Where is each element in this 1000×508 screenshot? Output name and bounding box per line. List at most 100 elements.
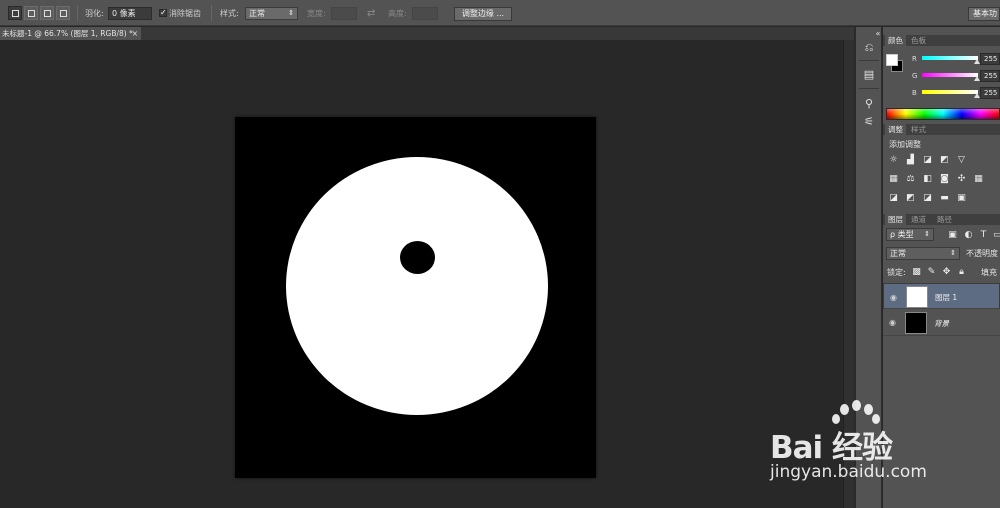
- subtract-from-selection-icon[interactable]: [40, 6, 54, 20]
- refine-edge-button[interactable]: 调整边缘 ...: [454, 7, 512, 21]
- blue-slider[interactable]: [922, 90, 978, 94]
- invert-icon[interactable]: ◪: [888, 193, 899, 203]
- layer-filter-value: ρ 类型: [890, 230, 914, 239]
- black-white-icon[interactable]: ◧: [922, 174, 933, 184]
- layer-thumbnail: [905, 312, 927, 334]
- feather-input[interactable]: 0 像素: [108, 7, 152, 20]
- width-label: 宽度:: [307, 9, 326, 18]
- color-spectrum-ramp[interactable]: [886, 108, 1000, 120]
- posterize-icon[interactable]: ◩: [905, 193, 916, 203]
- curves-icon[interactable]: ◪: [922, 155, 933, 165]
- watermark-url: jingyan.baidu.com: [770, 462, 927, 482]
- divider: [211, 5, 212, 21]
- red-channel-label: R: [912, 55, 917, 63]
- select-arrows-icon: ⇕: [924, 230, 930, 238]
- channel-mixer-icon[interactable]: ✣: [956, 174, 967, 184]
- select-arrows-icon: ⇕: [950, 249, 956, 257]
- blend-mode-select[interactable]: 正常 ⇕: [886, 247, 960, 260]
- new-selection-icon[interactable]: [8, 6, 22, 20]
- gradient-map-icon[interactable]: ▬: [939, 193, 950, 203]
- antialias-checkbox[interactable]: ✓: [159, 9, 167, 17]
- filter-shape-icon[interactable]: ▭: [992, 230, 1000, 240]
- green-slider[interactable]: [922, 73, 978, 77]
- style-label: 样式:: [220, 9, 239, 18]
- width-input[interactable]: [331, 7, 357, 20]
- brush-presets-icon[interactable]: ⚲: [862, 97, 876, 111]
- blue-channel-label: B: [912, 89, 917, 97]
- height-input[interactable]: [412, 7, 438, 20]
- layer-thumbnail: [906, 286, 928, 308]
- canvas-area[interactable]: [0, 40, 843, 508]
- red-value-input[interactable]: 255: [980, 53, 1000, 65]
- layer-name[interactable]: 背景: [934, 318, 949, 329]
- vibrance-icon[interactable]: ▽: [956, 155, 967, 165]
- photo-filter-icon[interactable]: ◙: [939, 174, 950, 184]
- options-bar: 羽化: 0 像素 ✓ 消除锯齿 样式: 正常 ⇕ 宽度: ⇄ 高度: 调整边缘 .…: [0, 0, 1000, 26]
- select-arrows-icon: ⇕: [288, 9, 294, 17]
- exposure-icon[interactable]: ◩: [939, 155, 950, 165]
- tab-styles[interactable]: 样式: [908, 124, 929, 135]
- lock-label: 锁定:: [887, 268, 906, 277]
- paw-toe: [840, 404, 849, 415]
- tab-color[interactable]: 颜色: [885, 35, 906, 46]
- green-channel-label: G: [912, 72, 918, 80]
- tab-adjustments[interactable]: 调整: [885, 124, 906, 135]
- layer-name[interactable]: 图层 1: [935, 292, 957, 303]
- add-adjustment-heading: 添加调整: [889, 140, 921, 149]
- close-tab-icon[interactable]: ×: [132, 27, 138, 40]
- antialias-label: 消除锯齿: [169, 9, 201, 18]
- tab-layers[interactable]: 图层: [885, 214, 906, 225]
- document-canvas[interactable]: [235, 117, 596, 478]
- red-slider[interactable]: [922, 56, 978, 60]
- black-center-circle: [400, 241, 435, 274]
- tab-swatches[interactable]: 色板: [908, 35, 929, 46]
- fill-label: 填充: [981, 268, 997, 277]
- blend-mode-value: 正常: [890, 249, 906, 258]
- adjustments-panel-tabs: 调整 样式: [883, 124, 1000, 135]
- layer-filter-select[interactable]: ρ 类型 ⇕: [886, 228, 934, 241]
- selective-color-icon[interactable]: ▣: [956, 193, 967, 203]
- divider: [77, 5, 78, 21]
- tool-presets-icon[interactable]: ⚟: [862, 115, 876, 129]
- hue-saturation-icon[interactable]: ▦: [888, 174, 899, 184]
- paw-toe: [852, 400, 861, 411]
- layer-row[interactable]: ◉ 背景: [883, 310, 1000, 336]
- document-tab-bar: 未标题-1 @ 66.7% (图层 1, RGB/8) * ×: [0, 27, 854, 40]
- green-value-input[interactable]: 255: [980, 70, 1000, 82]
- brightness-contrast-icon[interactable]: ☼: [888, 155, 899, 165]
- lock-transparent-icon[interactable]: ▩: [911, 267, 922, 277]
- lock-position-icon[interactable]: ✥: [941, 267, 952, 277]
- style-select-value: 正常: [249, 9, 265, 18]
- baidu-logo-text: Bai 经验: [770, 430, 893, 466]
- tab-channels[interactable]: 通道: [908, 214, 929, 225]
- foreground-color-swatch[interactable]: [886, 54, 898, 66]
- layer-row-selected[interactable]: ◉ 图层 1: [883, 283, 1000, 309]
- workspace-button[interactable]: 基本功: [968, 7, 1000, 21]
- white-circle-layer: [286, 157, 548, 415]
- swap-dimensions-icon[interactable]: ⇄: [367, 7, 375, 20]
- blue-value-input[interactable]: 255: [980, 87, 1000, 99]
- divider: [859, 60, 879, 61]
- filter-pixel-icon[interactable]: ▣: [947, 230, 958, 240]
- levels-icon[interactable]: ▟: [905, 155, 916, 165]
- height-label: 高度:: [388, 9, 407, 18]
- opacity-label: 不透明度: [966, 249, 998, 258]
- visibility-eye-icon[interactable]: ◉: [889, 318, 896, 327]
- color-lookup-icon[interactable]: ▦: [973, 174, 984, 184]
- history-icon[interactable]: ⎌: [862, 41, 876, 55]
- style-select[interactable]: 正常 ⇕: [245, 7, 298, 20]
- lock-image-icon[interactable]: ✎: [926, 267, 937, 277]
- filter-type-icon[interactable]: T: [978, 230, 989, 240]
- properties-icon[interactable]: ▤: [862, 68, 876, 82]
- add-to-selection-icon[interactable]: [24, 6, 38, 20]
- document-tab[interactable]: 未标题-1 @ 66.7% (图层 1, RGB/8) * ×: [0, 27, 141, 40]
- tab-paths[interactable]: 路径: [934, 214, 955, 225]
- filter-adjustment-icon[interactable]: ◐: [963, 230, 974, 240]
- paw-toe: [864, 404, 873, 415]
- lock-all-icon[interactable]: 🔒︎: [956, 267, 967, 277]
- visibility-eye-icon[interactable]: ◉: [890, 292, 897, 303]
- color-balance-icon[interactable]: ⚖: [905, 174, 916, 184]
- threshold-icon[interactable]: ◪: [922, 193, 933, 203]
- color-panel-tabs: 颜色 色板: [883, 35, 1000, 46]
- intersect-selection-icon[interactable]: [56, 6, 70, 20]
